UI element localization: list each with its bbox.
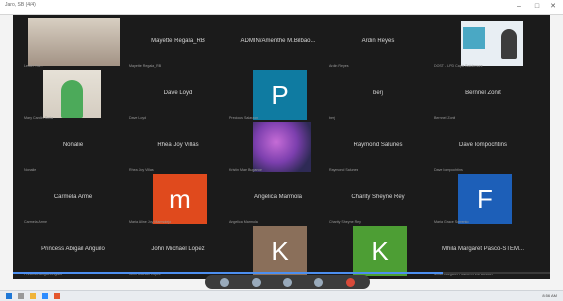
avatar-initial: P [253, 70, 307, 120]
participant-label: Nonalie [24, 168, 37, 172]
participant-name: Ardin Reyes [361, 38, 395, 44]
participant-label: Maria Aline Joy Marmolejo [129, 220, 172, 224]
start-icon[interactable] [6, 293, 12, 299]
participant-label: Mayette Regala_RB [129, 64, 162, 68]
participant-label: Lester Tra... [24, 64, 44, 68]
zoom-icon[interactable] [42, 293, 48, 299]
participant-name: Raymond Salunes [353, 142, 403, 148]
participant-video [461, 21, 523, 66]
avatar-initial: m [153, 174, 207, 224]
participant-name: Princess Abigail Anguilo [41, 246, 105, 252]
participant-name: Bernnel Zonit [465, 90, 501, 96]
taskbar: 8:56 AM [0, 290, 563, 301]
meeting-controls[interactable] [205, 275, 370, 289]
participant-name: Carmela Arme [53, 194, 93, 200]
avatar-initial: F [458, 174, 512, 224]
participant-tile[interactable]: P Precious Salarzon [228, 70, 328, 121]
participant-tile[interactable]: Mayette Regala_RB Mayette Regala_RB [128, 18, 228, 69]
participant-label: Maria Grace Sorrento [434, 220, 469, 224]
avatar-initial: K [353, 226, 407, 276]
video-background [463, 27, 485, 49]
participant-label: Precious Salarzon [229, 116, 259, 120]
participant-tile[interactable]: Dave Loyd Dave Loyd [128, 70, 228, 121]
participant-label: Carmela Arme [24, 220, 47, 224]
mute-icon[interactable] [220, 277, 230, 287]
participant-tile[interactable]: ADMIN/Amenthe M.Bilbao... [228, 18, 328, 69]
title-bar: Jaro, SB (4/4) – □ ✕ [0, 0, 563, 15]
participant-tile[interactable]: John Michael Lopez John Michael Lopez [128, 226, 228, 277]
participant-name: Rhea Joy Villas [157, 142, 199, 148]
participant-label: Dave Loyd [129, 116, 147, 120]
meeting-gallery: Lester Tra... Mayette Regala_RB Mayette Re… [13, 15, 550, 279]
progress-fill [13, 272, 443, 274]
video-person [501, 29, 517, 59]
folder-icon[interactable] [30, 293, 36, 299]
participant-name: John Michael Lopez [151, 246, 205, 252]
participant-label: Rhea Joy Villas [129, 168, 154, 172]
participant-label: berj [329, 116, 335, 120]
maximize-button[interactable]: □ [529, 0, 545, 13]
participant-label: Charity Sheyne Rey [329, 220, 361, 224]
participant-name: ADMIN/Amenthe M.Bilbao... [240, 38, 316, 44]
participant-tile[interactable]: F Maria Grace Sorrento [433, 174, 533, 225]
participant-video [43, 70, 101, 118]
participant-tile[interactable]: Ardin Reyes Ardin Reyes [328, 18, 428, 69]
participant-label: Ardin Reyes [329, 64, 349, 68]
participant-name: Dave Loyd [163, 90, 193, 96]
participant-tile[interactable]: m Maria Aline Joy Marmolejo [128, 174, 228, 225]
clock: 8:56 AM [542, 293, 557, 298]
participant-tile[interactable]: DOST - LPD Capiz Baldemore [433, 18, 533, 69]
video-icon[interactable] [251, 277, 261, 287]
participant-video [28, 18, 120, 66]
participant-tile[interactable]: Kristin Mae Buganon [228, 122, 328, 173]
search-icon[interactable] [18, 293, 24, 299]
participant-name: Charity Sheyne Rey [351, 194, 405, 200]
participant-tile[interactable]: Charity Sheyne Rey Charity Sheyne Rey [328, 174, 428, 225]
window-title: Jaro, SB (4/4) [5, 2, 36, 8]
participant-name: Nonalie [62, 142, 84, 148]
participant-label: Raymond Salunes [329, 168, 359, 172]
leave-icon[interactable] [345, 277, 355, 287]
progress-bar [13, 272, 550, 274]
participant-label: Mary Cardin Soria [24, 116, 53, 120]
participant-tile[interactable]: Rhea Joy Villas Rhea Joy Villas [128, 122, 228, 173]
participant-tile[interactable]: Princess Abigail Anguilo Princess Abigail… [23, 226, 123, 277]
participant-tile[interactable]: Dave Iompochtins Dave Iompochtins [433, 122, 533, 173]
share-screen-icon[interactable] [282, 277, 292, 287]
participant-label: Dave Iompochtins [434, 168, 463, 172]
participant-video [253, 122, 311, 172]
participant-tile[interactable]: K [228, 226, 328, 277]
participant-tile[interactable]: K [328, 226, 428, 277]
participant-tile[interactable]: Lester Tra... [23, 18, 123, 69]
participant-name: berj [372, 90, 383, 96]
participant-tile[interactable]: berj berj [328, 70, 428, 121]
participant-tile[interactable]: Mary Cardin Soria [23, 70, 123, 121]
participant-tile[interactable]: Raymond Salunes Raymond Salunes [328, 122, 428, 173]
browser-icon[interactable] [54, 293, 60, 299]
participant-label: DOST - LPD Capiz Baldemore [434, 64, 483, 68]
participant-tile[interactable]: Mhila Margaret Pasco-STEM... Mhila Margar… [433, 226, 533, 277]
avatar-initial: K [253, 226, 307, 276]
participant-tile[interactable]: Bernnel Zonit Bernnel Zonit [433, 70, 533, 121]
participant-tile[interactable]: Angelica Marmola Angelica Marmola [228, 174, 328, 225]
participant-name: Mhila Margaret Pasco-STEM... [441, 246, 525, 252]
close-button[interactable]: ✕ [545, 0, 561, 13]
participant-tile[interactable]: Carmela Arme Carmela Arme [23, 174, 123, 225]
participant-label: Kristin Mae Buganon [229, 168, 263, 172]
video-person [61, 80, 83, 118]
participants-icon[interactable] [314, 277, 324, 287]
participant-name: Angelica Marmola [253, 194, 303, 200]
participant-tile[interactable]: Nonalie Nonalie [23, 122, 123, 173]
minimize-button[interactable]: – [511, 0, 527, 13]
participant-name: Mayette Regala_RB [151, 38, 205, 44]
participant-label: Bernnel Zonit [434, 116, 456, 120]
participant-label: Angelica Marmola [229, 220, 258, 224]
participant-name: Dave Iompochtins [458, 142, 508, 148]
